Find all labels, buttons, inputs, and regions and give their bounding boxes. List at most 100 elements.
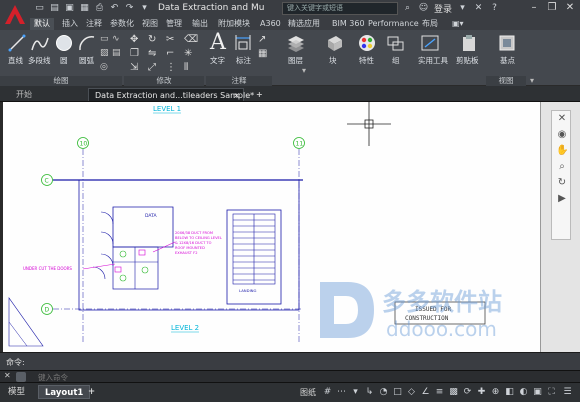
model-tab[interactable]: 模型: [2, 385, 31, 399]
dimension-icon[interactable]: [234, 34, 252, 52]
view-group-label[interactable]: 视图: [486, 76, 526, 86]
polar-tracking-icon[interactable]: ◔: [378, 387, 389, 398]
object-snap-icon[interactable]: □: [392, 387, 403, 398]
help-icon[interactable]: ?: [489, 3, 500, 14]
autocad-logo-icon[interactable]: [2, 2, 28, 28]
tab-performance[interactable]: Performance: [368, 18, 419, 30]
layer-properties-icon[interactable]: [286, 34, 306, 52]
cart-icon[interactable]: ▾: [457, 3, 468, 14]
open-folder-icon[interactable]: ▤: [49, 3, 60, 14]
drawing-canvas[interactable]: LEVEL 1 10 11 C D DATA 20X6/38 DUCT FROM…: [0, 102, 540, 352]
close-icon[interactable]: ✕: [564, 2, 576, 14]
arc-icon[interactable]: [78, 34, 96, 52]
add-tab-button[interactable]: +: [250, 88, 269, 101]
stretch-icon[interactable]: ⇲: [130, 62, 140, 73]
ellipse-icon[interactable]: ◎: [100, 62, 110, 72]
ortho-mode-icon[interactable]: ↳: [364, 387, 375, 398]
ribbon-options-icon[interactable]: ▣▾: [452, 18, 464, 30]
paper-space-toggle[interactable]: 图纸: [300, 387, 316, 398]
units-icon[interactable]: ⊕: [490, 387, 501, 398]
login-button[interactable]: 登录: [434, 2, 452, 15]
new-file-icon[interactable]: ▭: [34, 3, 45, 14]
osnap-tracking-icon[interactable]: ∠: [420, 387, 431, 398]
trim-icon[interactable]: ✂: [166, 34, 176, 45]
zoom-extents-icon[interactable]: ⌕: [556, 161, 568, 173]
draw-group-label[interactable]: 绘图: [0, 76, 122, 86]
save-as-icon[interactable]: ▦: [79, 3, 90, 14]
erase-icon[interactable]: ⌫: [184, 34, 198, 45]
layers-button[interactable]: 图层: [288, 55, 303, 66]
tab-layout[interactable]: 布局: [422, 18, 438, 30]
block-insert-icon[interactable]: [324, 34, 344, 52]
clean-screen-icon[interactable]: ⛶: [546, 387, 557, 398]
dropdown-icon[interactable]: ▾: [139, 3, 150, 14]
groups-button[interactable]: 组: [392, 55, 400, 66]
tab-insert[interactable]: 插入: [62, 18, 78, 30]
gradient-icon[interactable]: ▤: [112, 48, 122, 58]
status-dropdown-icon[interactable]: ▾: [350, 387, 361, 398]
copy-icon[interactable]: ❐: [130, 48, 140, 59]
line-icon[interactable]: [8, 34, 26, 52]
nav-close-icon[interactable]: ✕: [556, 113, 568, 125]
undo-icon[interactable]: ↶: [109, 3, 120, 14]
tab-current-drawing[interactable]: Data Extraction and...tileaders Sample* …: [88, 88, 254, 102]
hardware-acceleration-icon[interactable]: ▣: [532, 387, 543, 398]
hatch-icon[interactable]: ▨: [100, 48, 110, 58]
panel-expand-icon[interactable]: ▾: [530, 76, 540, 86]
selection-cycling-icon[interactable]: ⟳: [462, 387, 473, 398]
annotation-monitor-icon[interactable]: ✚: [476, 387, 487, 398]
polyline-button[interactable]: 多段线: [28, 55, 51, 66]
minimize-icon[interactable]: –: [528, 2, 540, 14]
tab-default[interactable]: 默认: [30, 18, 54, 30]
grid-display-icon[interactable]: #: [322, 387, 333, 398]
annotation-group-label[interactable]: 注释: [206, 76, 272, 86]
move-icon[interactable]: ✥: [130, 34, 140, 45]
offset-icon[interactable]: ⫴: [184, 62, 194, 73]
tab-view[interactable]: 视图: [142, 18, 158, 30]
text-button[interactable]: 文字: [210, 55, 225, 66]
dimension-button[interactable]: 标注: [236, 55, 251, 66]
explode-icon[interactable]: ✳: [184, 48, 194, 59]
tab-featured-apps[interactable]: 精选应用: [288, 18, 320, 30]
text-icon[interactable]: A: [210, 30, 226, 55]
tab-output[interactable]: 输出: [192, 18, 208, 30]
add-layout-button[interactable]: +: [82, 385, 101, 399]
arc-button[interactable]: 圆弧: [79, 55, 94, 66]
utilities-icon[interactable]: [420, 34, 440, 52]
isometric-icon[interactable]: ◇: [406, 387, 417, 398]
tab-annotate[interactable]: 注释: [86, 18, 102, 30]
customization-icon[interactable]: ☰: [562, 387, 573, 398]
leader-icon[interactable]: ↗: [258, 34, 268, 45]
redo-icon[interactable]: ↷: [124, 3, 135, 14]
array-icon[interactable]: ⋮: [166, 62, 176, 73]
circle-button[interactable]: 圆: [60, 55, 68, 66]
tab-start[interactable]: 开始: [10, 88, 38, 101]
save-icon[interactable]: ▣: [64, 3, 75, 14]
line-button[interactable]: 直线: [8, 55, 23, 66]
rotate-icon[interactable]: ↻: [148, 34, 158, 45]
close-tab-icon[interactable]: ×: [233, 89, 240, 102]
polyline-icon[interactable]: [30, 34, 50, 52]
tab-parametric[interactable]: 参数化: [110, 18, 134, 30]
quick-properties-icon[interactable]: ◧: [504, 387, 515, 398]
base-view-icon[interactable]: [498, 34, 516, 52]
clipboard-icon[interactable]: [460, 34, 478, 52]
pan-icon[interactable]: ✋: [556, 145, 568, 157]
snap-mode-icon[interactable]: ⋯: [336, 387, 347, 398]
full-navigation-wheel-icon[interactable]: ◉: [556, 129, 568, 141]
lineweight-icon[interactable]: ≡: [434, 387, 445, 398]
tab-addins[interactable]: 附加模块: [218, 18, 250, 30]
utilities-button[interactable]: 实用工具: [418, 55, 448, 66]
tab-bim360[interactable]: BIM 360: [332, 18, 365, 30]
table-icon[interactable]: ▦: [258, 48, 268, 59]
fillet-icon[interactable]: ⌐: [166, 48, 176, 59]
tab-manage[interactable]: 管理: [166, 18, 182, 30]
layers-dropdown-icon[interactable]: ▾: [302, 66, 312, 76]
base-button[interactable]: 基点: [500, 55, 515, 66]
binoculars-icon[interactable]: ⌕: [402, 3, 413, 14]
exchange-icon[interactable]: ✕: [473, 3, 484, 14]
orbit-icon[interactable]: ↻: [556, 177, 568, 189]
search-input[interactable]: 键入关键字或短语: [282, 2, 398, 15]
scale-icon[interactable]: ⤢: [148, 62, 158, 73]
showmotion-icon[interactable]: ▶: [556, 193, 568, 205]
